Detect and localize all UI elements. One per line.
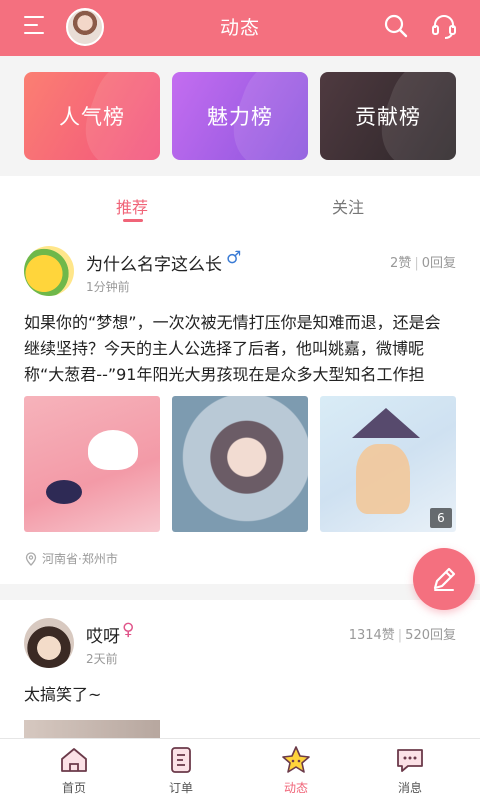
post-image[interactable] — [172, 396, 308, 532]
bottom-navigation: 首页 订单 动态 消息 — [0, 738, 480, 800]
like-count[interactable]: 1314赞 — [349, 628, 395, 643]
popularity-rank-card[interactable]: 人气榜 — [24, 72, 160, 160]
feed-post[interactable]: 为什么名字这么长 ♂ 1分钟前 2赞 | 0回复 如果你的“梦想”，一次次被无情打压… — [0, 234, 480, 584]
home-icon — [61, 748, 87, 772]
post-content: 如果你的“梦想”，一次次被无情打压你是知难而退，还是会继续坚持？今天的主人公选择… — [24, 313, 441, 384]
order-icon — [171, 747, 191, 773]
compose-post-button[interactable] — [413, 548, 475, 610]
feed-tabs: 推荐 关注 — [0, 176, 480, 234]
female-icon: ♀ — [122, 620, 135, 640]
post-time: 2天前 — [86, 652, 118, 666]
like-count[interactable]: 2赞 — [390, 256, 411, 271]
post-location: 河南省·郑州市 — [24, 550, 118, 567]
location-pin-icon — [25, 551, 37, 566]
ranking-section: 人气榜 魅力榜 贡献榜 — [0, 56, 480, 176]
tab-following[interactable]: 关注 — [332, 194, 364, 218]
rank-label: 人气榜 — [59, 105, 125, 129]
post-username[interactable]: 为什么名字这么长 — [86, 250, 222, 275]
nav-messages[interactable]: 消息 — [370, 745, 450, 796]
post-image[interactable] — [24, 396, 160, 532]
nav-label: 订单 — [168, 781, 193, 795]
post-stats: 2赞 | 0回复 — [390, 256, 456, 271]
post-image[interactable] — [24, 720, 160, 740]
avatar[interactable] — [24, 246, 74, 296]
nav-label: 消息 — [397, 781, 422, 795]
photo-count-badge: 6 — [430, 508, 452, 528]
feed-post[interactable]: 哎呀 ♀ 2天前 1314赞 | 520回复 太搞笑了~ — [0, 600, 480, 740]
witch-hat-illustration — [352, 408, 420, 438]
charm-rank-card[interactable]: 魅力榜 — [172, 72, 308, 160]
nav-label: 动态 — [283, 781, 308, 795]
post-username[interactable]: 哎呀 — [86, 622, 120, 647]
bear-illustration — [88, 430, 138, 470]
reply-count[interactable]: 520回复 — [405, 628, 456, 643]
post-content: 太搞笑了~ — [24, 685, 102, 704]
post-image[interactable]: 6 — [320, 396, 456, 532]
male-icon: ♂ — [226, 248, 242, 268]
avatar[interactable] — [24, 618, 74, 668]
rank-label: 贡献榜 — [355, 105, 421, 129]
nav-moments[interactable]: 动态 — [256, 745, 336, 796]
headset-icon[interactable] — [430, 12, 458, 40]
star-icon — [282, 746, 310, 773]
message-icon — [397, 749, 423, 772]
post-stats: 1314赞 | 520回复 — [348, 628, 456, 643]
search-icon[interactable] — [382, 12, 410, 40]
witch-illustration — [356, 444, 410, 514]
penguin-illustration — [46, 480, 82, 504]
contribution-rank-card[interactable]: 贡献榜 — [320, 72, 456, 160]
post-time: 1分钟前 — [86, 280, 130, 294]
tab-recommend[interactable]: 推荐 — [116, 194, 148, 218]
pencil-icon — [433, 567, 456, 591]
nav-home[interactable]: 首页 — [34, 745, 114, 796]
app-header: 动态 — [0, 0, 480, 56]
location-text: 河南省·郑州市 — [42, 552, 118, 566]
nav-label: 首页 — [61, 781, 86, 795]
rank-label: 魅力榜 — [207, 105, 273, 129]
reply-count[interactable]: 0回复 — [422, 256, 456, 271]
active-tab-indicator — [123, 219, 143, 222]
nav-orders[interactable]: 订单 — [141, 745, 221, 796]
